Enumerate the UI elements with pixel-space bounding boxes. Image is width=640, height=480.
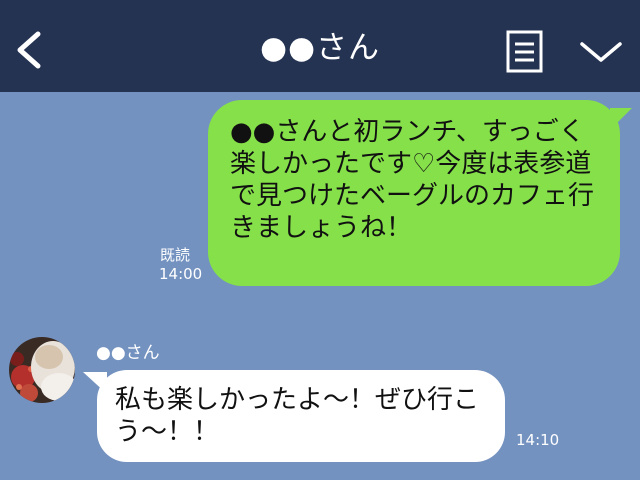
incoming-message-bubble[interactable]: 私も楽しかったよ～！ぜひ行こう～！！ [83,370,505,462]
incoming-timestamp: 14:10 [516,431,560,449]
outgoing-timestamp: 14:00 [159,265,203,283]
document-list-icon [506,30,543,73]
collapse-button[interactable] [578,36,624,68]
read-receipt: 既読 [160,246,191,264]
outgoing-message-bubble[interactable]: ●●さんと初ランチ、すっごく楽しかったです♡今度は表参道で見つけたベーグルのカフ… [208,100,632,286]
incoming-message-text: 私も楽しかったよ～！ぜひ行こう～！！ [115,385,480,447]
bubble-tail [610,108,632,130]
sender-name: ●●さん [96,343,160,363]
outgoing-message-text: ●●さんと初ランチ、すっごく楽しかったです♡今度は表参道で見つけたベーグルのカフ… [230,117,595,243]
avatar[interactable] [9,337,75,403]
bubble-tail [83,372,107,394]
chat-header: ●●さん [0,0,640,92]
chevron-down-icon [580,42,622,62]
profile-photo [9,337,75,403]
menu-button[interactable] [505,30,545,74]
